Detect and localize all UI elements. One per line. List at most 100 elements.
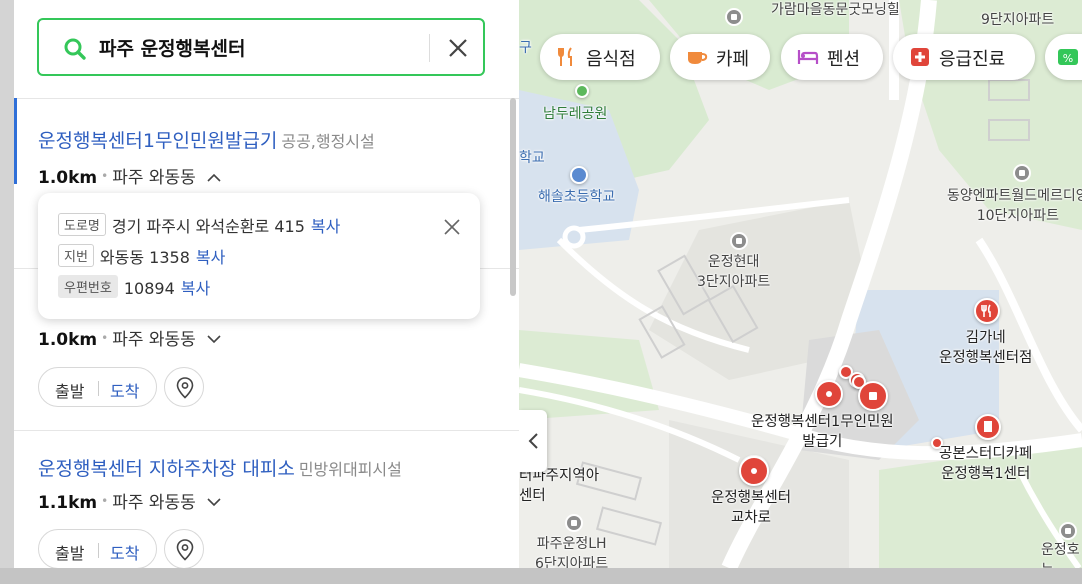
map-label-partial: 운정호 누 <box>1041 540 1080 568</box>
jibun-address-row: 지번 와동동 1358 복사 <box>58 244 225 269</box>
fork-knife-icon <box>981 304 991 317</box>
road-address-row: 도로명 경기 파주시 와석순환로 415 복사 <box>58 213 340 238</box>
clear-search-icon[interactable] <box>444 34 472 62</box>
search-input[interactable] <box>99 32 399 62</box>
postal-code: 10894 <box>123 279 175 298</box>
search-box[interactable] <box>37 18 485 76</box>
arrive-button[interactable]: 도착 <box>110 378 139 402</box>
cafe-marker[interactable] <box>975 414 1001 440</box>
map-label-line: 센터 <box>519 488 546 504</box>
route-buttons: 출발 도착 <box>38 529 157 568</box>
chip-emergency[interactable]: 응급진료 <box>893 34 1035 80</box>
address-popup: 도로명 경기 파주시 와석순환로 415 복사 지번 와동동 1358 복사 우편번호 1… <box>38 193 480 319</box>
map-label-line: 누 <box>1041 560 1080 568</box>
result-area[interactable]: 파주 와동동 <box>112 330 196 350</box>
map-label-intersection[interactable]: 운정행복센터 교차로 <box>711 488 791 528</box>
left-gutter <box>0 0 14 584</box>
chip-cafe[interactable]: 카페 <box>670 34 770 80</box>
result-area[interactable]: 파주 와동동 <box>112 168 196 188</box>
result-title[interactable]: 운정행복센터 지하주차장 대피소 <box>38 458 295 480</box>
postal-code-row: 우편번호 10894 복사 <box>58 275 210 300</box>
search-divider <box>429 34 430 62</box>
map-label-line: 3단지아파트 <box>697 274 771 290</box>
chip-pension[interactable]: 펜션 <box>781 34 883 80</box>
copy-road-address-button[interactable]: 복사 <box>311 217 340 236</box>
chip-label: 카페 <box>716 49 750 70</box>
selected-result-indicator <box>14 98 17 184</box>
building-icon[interactable] <box>565 514 583 532</box>
jibun-address: 와동동 1358 <box>99 248 190 267</box>
chevron-down-icon[interactable] <box>207 334 221 344</box>
start-button[interactable]: 출발 <box>55 378 84 402</box>
map-label-line: 운정행복센터1무인민원 <box>751 414 894 430</box>
map-label-apt-lh[interactable]: 파주운정LH 6단지아파트 <box>535 534 608 568</box>
map-label-restaurant[interactable]: 김가네 운정행복센터점 <box>939 328 1032 368</box>
result-title[interactable]: 운정행복센터1무인민원발급기 <box>38 130 277 152</box>
results-scrollbar[interactable] <box>510 98 516 296</box>
app-frame: 운정행복센터1무인민원발급기공공,행정시설 1.0km•파주 와동동 1.0km… <box>0 0 1082 584</box>
building-icon[interactable] <box>725 8 743 26</box>
map-pin-icon <box>176 539 194 561</box>
window-bottom-edge <box>0 568 1082 584</box>
route-divider <box>98 543 99 558</box>
map-label-kiosk[interactable]: 운정행복센터1무인민원 발급기 <box>751 412 894 452</box>
restaurant-marker[interactable] <box>974 298 1000 324</box>
map-label-line: 운정행복센터 <box>711 490 792 506</box>
search-panel: 운정행복센터1무인민원발급기공공,행정시설 1.0km•파주 와동동 1.0km… <box>14 0 519 568</box>
building-icon[interactable] <box>730 232 748 250</box>
map-label-line: 교차로 <box>731 510 772 526</box>
fork-knife-icon <box>558 47 572 66</box>
building-icon[interactable] <box>1013 164 1031 182</box>
result-item-kiosk[interactable]: 운정행복센터1무인민원발급기 공공,행정시설 <box>38 126 375 153</box>
school-icon[interactable] <box>570 166 588 184</box>
road-address-tag: 도로명 <box>58 213 106 236</box>
map-label-cafe[interactable]: 공본스터디카페 운정행복1센터 <box>939 444 1032 484</box>
result-area[interactable]: 파주 와동동 <box>112 493 196 513</box>
chip-label: 응급진료 <box>939 49 1006 70</box>
map-label-park[interactable]: 남두레공원 <box>543 104 607 124</box>
result-meta: 1.1km • 파주 와동동 <box>38 488 221 513</box>
map-label-line: 발급기 <box>802 434 843 450</box>
map-label-school[interactable]: 해솔초등학교 <box>538 187 615 207</box>
result-distance: 1.1km <box>38 493 98 513</box>
park-icon[interactable] <box>575 84 589 98</box>
result-distance: 1.0km <box>38 330 98 350</box>
chip-label: % <box>1063 52 1073 65</box>
map-label-apt-hyundai[interactable]: 운정현대 3단지아파트 <box>697 252 770 292</box>
intersection-marker[interactable] <box>739 456 769 486</box>
kiosk-marker-selected[interactable] <box>858 381 888 411</box>
collapse-panel-button[interactable] <box>519 410 547 472</box>
close-popup-icon[interactable] <box>442 217 462 237</box>
chevron-up-icon[interactable] <box>207 172 221 182</box>
jibun-address-tag: 지번 <box>58 244 94 267</box>
map-label-line: 파주운정LH <box>536 536 607 552</box>
map-label-line: 동양엔파트월드메르디앙 <box>947 188 1082 204</box>
chip-restaurant[interactable]: 음식점 <box>540 34 660 80</box>
start-button[interactable]: 출발 <box>55 540 84 564</box>
map-label: 가람마을동문굿모닝힐 <box>771 2 900 18</box>
map-label: 구 <box>519 40 532 56</box>
arrive-button[interactable]: 도착 <box>110 540 139 564</box>
result-category: 공공,행정시설 <box>281 132 375 151</box>
result-category: 민방위대피시설 <box>298 460 402 479</box>
meta-dot: • <box>101 494 109 508</box>
kiosk-marker[interactable] <box>815 380 843 408</box>
copy-jibun-address-button[interactable]: 복사 <box>196 248 225 267</box>
map-label-line: 운정현대 <box>707 254 760 270</box>
result-item-shelter[interactable]: 운정행복센터 지하주차장 대피소 민방위대피시설 <box>38 454 402 481</box>
map-label-apt-dongyang[interactable]: 동양엔파트월드메르디앙 10단지아파트 <box>947 186 1082 226</box>
map-view[interactable]: 음식점 카페 펜션 응급진료 % 가람마을동문굿모닝힐 9단지아파트 구 남두레… <box>519 0 1082 568</box>
map-label-station[interactable]: 터파주지역아 센터 <box>519 466 599 506</box>
map-label-line: 운정행복센터점 <box>939 350 1033 366</box>
meta-dot: • <box>101 169 109 183</box>
coffee-cup-icon <box>688 52 708 64</box>
map-label-line: 6단지아파트 <box>535 556 609 568</box>
map-label-line: 김가네 <box>965 330 1006 346</box>
map-label: 9단지아파트 <box>981 12 1055 28</box>
bed-icon <box>797 50 819 64</box>
copy-postal-code-button[interactable]: 복사 <box>181 279 210 298</box>
location-pin-button[interactable] <box>164 529 204 568</box>
location-pin-button[interactable] <box>164 367 204 407</box>
chevron-down-icon[interactable] <box>207 497 221 507</box>
building-icon[interactable] <box>1059 522 1077 540</box>
